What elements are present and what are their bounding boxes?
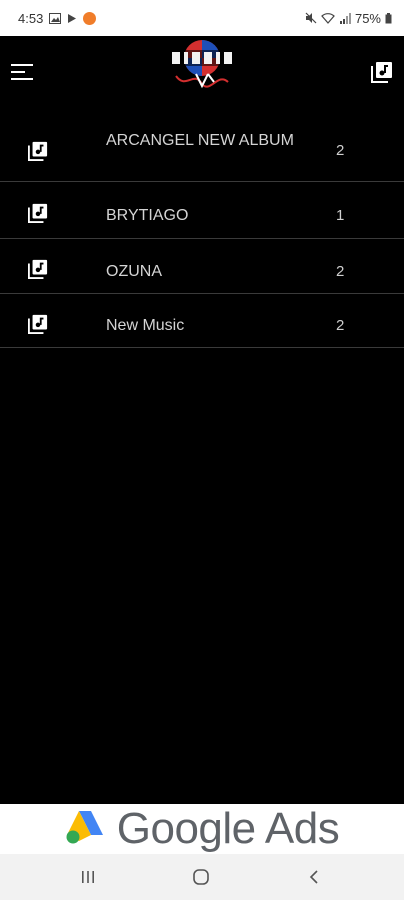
list-item[interactable]: OZUNA 2: [0, 239, 404, 294]
playlist-icon: [28, 314, 48, 334]
playlist-list: ARCANGEL NEW ALBUM 2 BRYTIAGO 1 OZUNA 2 …: [0, 114, 404, 348]
status-time: 4:53: [18, 10, 44, 26]
playlist-icon: [28, 141, 48, 161]
playlist-count: 2: [336, 142, 345, 159]
playlist-count: 1: [336, 207, 345, 224]
navigation-bar: [0, 854, 404, 900]
ad-banner[interactable]: Google Ads: [0, 804, 404, 854]
playlist-title: ARCANGEL NEW ALBUM: [106, 132, 294, 149]
playlist-count: 2: [336, 263, 345, 280]
playlist-title: BRYTIAGO: [106, 207, 189, 224]
wifi-icon: [321, 12, 335, 24]
battery-icon: [385, 12, 392, 24]
home-icon[interactable]: [189, 866, 213, 888]
gallery-icon: [49, 12, 62, 24]
list-item[interactable]: New Music 2: [0, 294, 404, 348]
recent-apps-icon[interactable]: [76, 866, 100, 888]
battery-level: 75%: [354, 10, 381, 26]
mute-icon: [305, 12, 317, 24]
back-icon[interactable]: [302, 866, 326, 888]
play-store-icon: [67, 13, 77, 24]
status-bar: 4:53 75%: [0, 0, 404, 36]
playlist-icon[interactable]: [368, 58, 396, 86]
playlist-icon: [28, 203, 48, 223]
brand-logo: [166, 36, 238, 96]
notification-app-icon: [83, 11, 97, 25]
playlist-icon: [28, 259, 48, 279]
list-item[interactable]: ARCANGEL NEW ALBUM 2: [0, 114, 404, 182]
list-item[interactable]: BRYTIAGO 1: [0, 182, 404, 239]
hamburger-menu-icon[interactable]: [8, 58, 36, 86]
playlist-title: OZUNA: [106, 263, 162, 280]
google-ads-logo-icon: [65, 809, 105, 850]
ad-text: Google Ads: [116, 804, 340, 853]
playlist-title: New Music: [106, 317, 185, 334]
playlist-count: 2: [336, 317, 345, 334]
signal-icon: [339, 12, 351, 24]
app-bar: [0, 36, 404, 114]
